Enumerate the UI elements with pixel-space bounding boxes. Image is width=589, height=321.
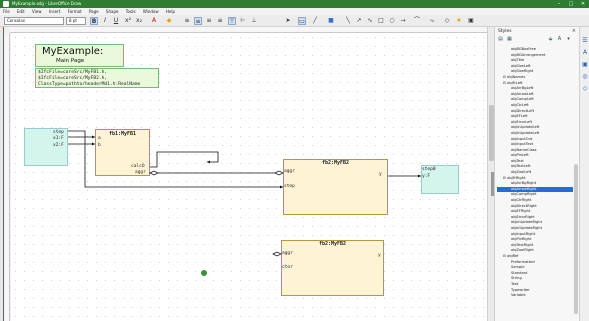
arrow-line-icon[interactable]: ↗	[355, 17, 363, 25]
arrow-output	[418, 174, 421, 178]
menu-view[interactable]: View	[29, 8, 45, 15]
menu-insert[interactable]: Insert	[46, 8, 63, 15]
paragraph-styles-icon[interactable]: ▤	[497, 36, 504, 43]
new-style-icon[interactable]: A	[556, 36, 563, 43]
align-left-icon[interactable]: ≡	[183, 17, 191, 25]
menu-file[interactable]: File	[0, 8, 13, 15]
styles-panel-title: Styles	[498, 29, 512, 34]
zoom-box-icon[interactable]: ▭	[298, 17, 306, 25]
align-bottom-icon[interactable]: ⊥	[250, 17, 258, 25]
menu-shape[interactable]: Shape	[103, 8, 122, 15]
menu-help[interactable]: Help	[163, 8, 178, 15]
ellipse-icon[interactable]: ○	[388, 17, 396, 25]
menu-edit[interactable]: Edit	[14, 8, 28, 15]
line-color-icon[interactable]: ╱	[311, 17, 319, 25]
align-right-icon[interactable]: ≡	[205, 17, 213, 25]
style-actions-icon[interactable]: ▾	[565, 36, 572, 43]
connector-wires	[68, 130, 421, 257]
justify-icon[interactable]: ≡	[216, 17, 224, 25]
styles-panel: Styles × ▤ ▦ ⬙ A ▾ objBGBoxFree objBGArra…	[494, 27, 579, 321]
mouse-cursor	[201, 270, 207, 276]
fill-color-icon[interactable]: ■	[327, 17, 335, 25]
minimize-button[interactable]: –	[553, 0, 565, 8]
align-center-icon[interactable]: ≡	[194, 17, 202, 25]
shapes-icon[interactable]: ◇	[581, 85, 589, 93]
aggr-diamond-fb2-upper	[274, 170, 284, 176]
arrow-calc	[207, 160, 210, 164]
font-name-box[interactable]: Consolas	[4, 17, 64, 25]
wire-step-to-fb2	[68, 130, 283, 188]
rectangle-icon[interactable]: □	[377, 17, 385, 25]
font-size-box[interactable]: 8 pt	[66, 17, 86, 25]
style-item[interactable]: Variable	[497, 293, 573, 299]
connectors-icon[interactable]: ⤷	[428, 17, 436, 25]
subscript-icon[interactable]: x₂	[135, 17, 143, 25]
stars-icon[interactable]: ★	[455, 17, 463, 25]
wire-calc-to-fb2	[150, 151, 219, 168]
menu-page[interactable]: Page	[86, 8, 102, 15]
character-styles-icon[interactable]: ▦	[506, 36, 513, 43]
basic-shapes-icon[interactable]: ◇	[443, 17, 451, 25]
insert-image-icon[interactable]: ▣	[467, 17, 475, 25]
formatting-toolbar: Consolas 8 pt B I U x² x₂ A ◆ ≡ ≡ ≡ ≡ ⊤ …	[0, 15, 589, 27]
font-color-icon[interactable]: A	[150, 17, 158, 25]
sidebar-deck: ☰ A ▣ ◎ ◇	[579, 27, 589, 321]
aggr-diamond-fb1	[149, 170, 159, 176]
window-title: MyExample.odg - LibreOffice Draw	[12, 1, 82, 6]
title-bar: MyExample.odg - LibreOffice Draw – □ ✕	[0, 0, 589, 8]
select-arrow-icon[interactable]: ➤	[284, 17, 292, 25]
gallery-icon[interactable]: ▣	[581, 61, 589, 69]
menu-tools[interactable]: Tools	[123, 8, 139, 15]
italic-button[interactable]: I	[101, 17, 109, 25]
align-middle-icon[interactable]: ⊢	[239, 17, 247, 25]
vertical-ruler	[4, 33, 10, 321]
fill-format-icon[interactable]: ⬙	[547, 36, 554, 43]
drawing-canvas[interactable]: MyExample: Main Page $IfcFile=coreSrc/My…	[11, 33, 487, 321]
maximize-button[interactable]: □	[565, 0, 577, 8]
curve-icon[interactable]: ∿	[366, 17, 374, 25]
highlight-icon[interactable]: ◆	[165, 17, 173, 25]
lines-arrows-icon[interactable]: →	[399, 17, 407, 25]
menu-window[interactable]: Window	[140, 8, 162, 15]
line-tool-icon[interactable]: ╲	[344, 17, 352, 25]
styles-toolbar: ▤ ▦ ⬙ A ▾	[497, 36, 578, 44]
arrow-a	[92, 135, 95, 139]
app-icon	[3, 1, 9, 7]
arrow-step	[280, 185, 283, 189]
align-top-icon[interactable]: ⊤	[228, 17, 236, 25]
close-panel-icon[interactable]: ×	[572, 28, 576, 34]
style-list-scrollbar[interactable]	[574, 164, 578, 314]
styles-deck-icon[interactable]: A	[581, 49, 589, 57]
close-button[interactable]: ✕	[577, 0, 589, 8]
properties-icon[interactable]: ☰	[581, 37, 589, 45]
navigator-icon[interactable]: ◎	[581, 73, 589, 81]
menu-bar: File Edit View Insert Format Page Shape …	[0, 8, 589, 15]
style-list[interactable]: objBGBoxFree objBGArrangement objTitle objS…	[497, 47, 573, 321]
arrow-b	[92, 142, 95, 146]
underline-button[interactable]: U	[112, 17, 120, 25]
curves-icon[interactable]: ⌒	[413, 17, 421, 25]
superscript-icon[interactable]: x²	[124, 17, 132, 25]
menu-format[interactable]: Format	[65, 8, 85, 15]
bold-button[interactable]: B	[90, 17, 98, 25]
aggr-diamond-fb2-lower	[272, 251, 282, 257]
